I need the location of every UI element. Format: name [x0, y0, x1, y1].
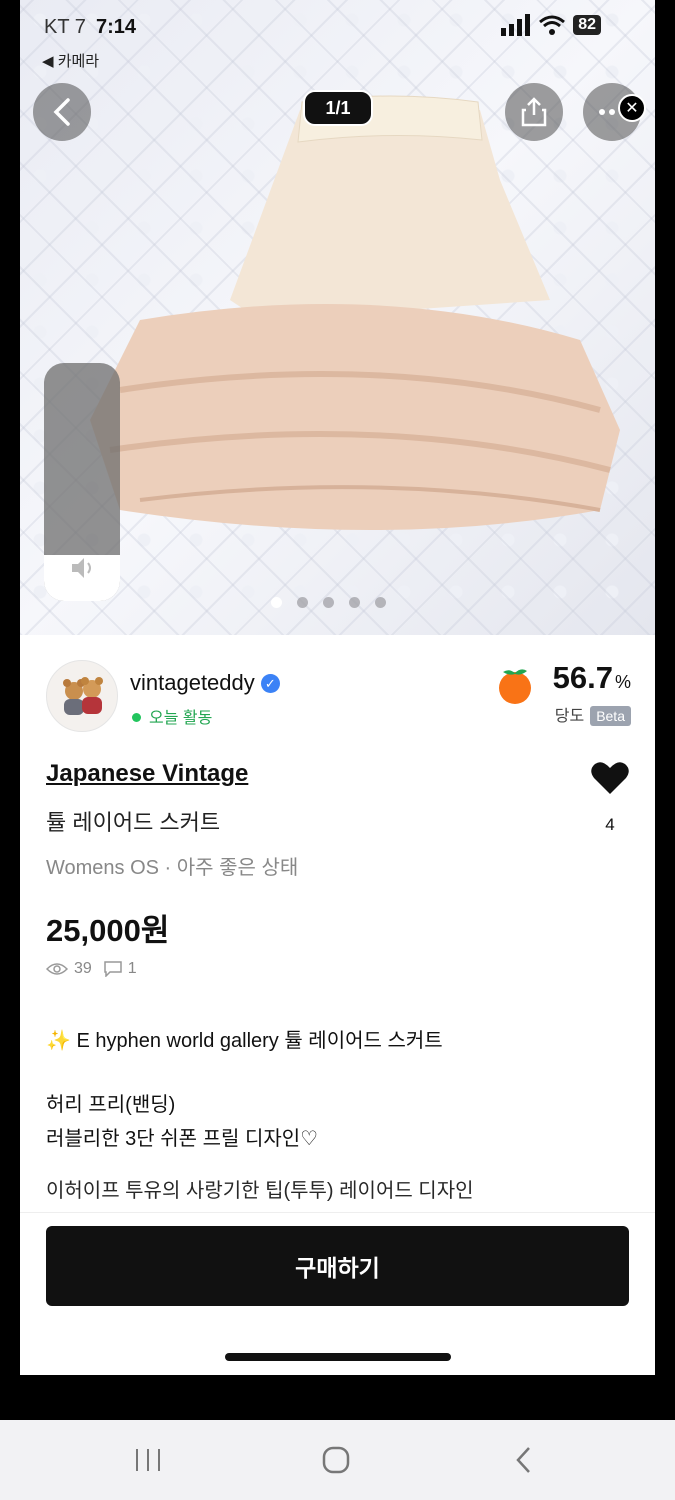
buy-button[interactable]: 구매하기: [46, 1226, 629, 1306]
clock: 7:14: [96, 16, 137, 38]
close-icon[interactable]: ✕: [618, 94, 646, 122]
volume-slider[interactable]: [44, 363, 120, 601]
recent-apps-icon[interactable]: [128, 1445, 168, 1475]
heart-icon[interactable]: [590, 760, 630, 796]
sweetness-value: 56.7: [552, 660, 613, 695]
pagination-dot[interactable]: [297, 597, 308, 608]
product-photo[interactable]: KT 7 7:14 82 ◀ 카메라 1/1 ✕: [20, 0, 655, 635]
bottom-action-bar: 구매하기: [20, 1212, 655, 1375]
teddy-bear-avatar-icon: [63, 677, 103, 715]
product-meta: Womens OS · 아주 좋은 상태: [46, 857, 299, 879]
wifi-icon: [539, 15, 566, 35]
activity-text: 오늘 활동: [149, 710, 213, 727]
back-button[interactable]: [33, 83, 91, 141]
photo-counter: 1/1: [303, 90, 373, 126]
pagination-dot[interactable]: [349, 597, 360, 608]
camera-back-link[interactable]: ◀ 카메라: [42, 50, 99, 71]
back-nav-icon[interactable]: [505, 1445, 545, 1475]
verified-check-icon: ✓: [260, 674, 280, 693]
chat-icon: [104, 961, 122, 977]
share-button[interactable]: [505, 83, 563, 141]
beta-badge: Beta: [590, 706, 631, 726]
system-nav-bar: [0, 1420, 675, 1500]
activity-status: 오늘 활동: [132, 704, 212, 728]
carrier-label: KT 7: [44, 16, 86, 38]
eye-icon: [46, 963, 68, 975]
seller-name[interactable]: vintageteddy ✓: [130, 670, 280, 696]
chevron-left-icon: [53, 98, 70, 126]
description-line: 허리 프리(밴딩): [46, 1094, 176, 1116]
description-line: ✨ E hyphen world gallery 튤 레이어드 스커트: [46, 1030, 443, 1052]
sweetness-label: 당도: [554, 708, 585, 725]
signal-icon: [501, 14, 531, 36]
home-indicator[interactable]: [225, 1353, 451, 1361]
product-description: ✨ E hyphen world gallery 튤 레이어드 스커트 허리 프…: [46, 1024, 631, 1208]
avatar[interactable]: [46, 660, 118, 732]
online-dot-icon: [132, 713, 141, 722]
orange-icon: [499, 669, 531, 704]
photo-pagination: [271, 597, 386, 608]
like-count: 4: [605, 815, 615, 834]
status-bar: KT 7 7:14 82: [44, 14, 631, 42]
pagination-dot[interactable]: [323, 597, 334, 608]
app-screen: KT 7 7:14 82 ◀ 카메라 1/1 ✕ vintageteddy ✓ …: [20, 0, 655, 1375]
skirt-image: [90, 95, 620, 530]
view-count: 39: [74, 960, 92, 977]
share-icon: [521, 97, 547, 127]
product-stats: 39 1: [46, 960, 137, 978]
seller-name-text: vintageteddy: [130, 670, 255, 695]
product-price: 25,000원: [46, 913, 170, 948]
chat-count: 1: [127, 960, 137, 977]
sweetness-unit: %: [614, 672, 631, 692]
description-line-truncated: 이허이프 투유의 사랑기한 팁(투투) 레이어드 디자인: [46, 1180, 474, 1202]
home-icon[interactable]: [316, 1445, 356, 1475]
product-name: 튤 레이어드 스커트: [46, 810, 221, 835]
pagination-dot[interactable]: [271, 597, 282, 608]
brand-title-link[interactable]: Japanese Vintage: [46, 760, 248, 788]
seller-section[interactable]: vintageteddy ✓ 오늘 활동 56.7% 당도 Beta: [46, 660, 631, 732]
description-line: 러블리한 3단 쉬폰 프릴 디자인♡: [46, 1128, 319, 1150]
pagination-dot[interactable]: [375, 597, 386, 608]
speaker-icon: [72, 558, 91, 578]
sweetness-score: 56.7% 당도 Beta: [553, 660, 631, 726]
battery-indicator: 82: [573, 15, 601, 35]
